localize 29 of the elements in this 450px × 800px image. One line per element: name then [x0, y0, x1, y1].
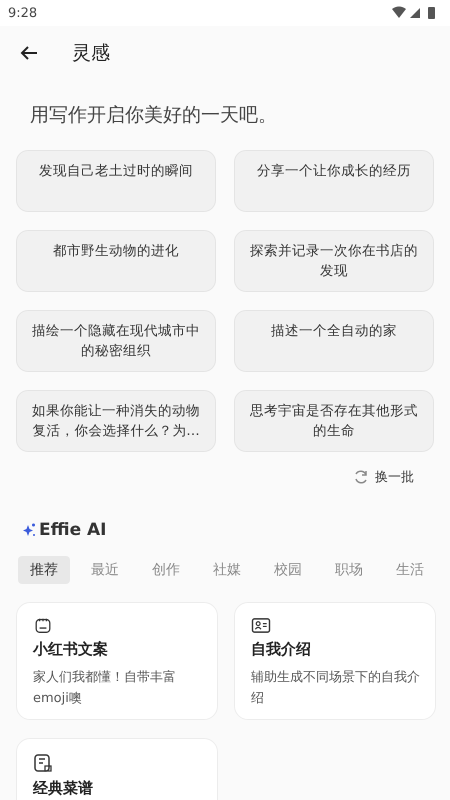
- idea-button[interactable]: 如果你能让一种消失的动物复活，你会选择什么？为…: [16, 390, 216, 452]
- idea-button[interactable]: 发现自己老土过时的瞬间: [16, 150, 216, 212]
- prompt-text: 用写作开启你美好的一天吧。: [29, 103, 278, 128]
- template-description: 辅助生成不同场景下的自我介绍: [251, 669, 421, 708]
- refresh-icon: [353, 469, 369, 485]
- sparkle-icon: [22, 522, 36, 538]
- template-card[interactable]: 经典菜谱: [16, 738, 218, 800]
- template-card[interactable]: 小红书文案 家人们我都懂！自带丰富emoji噢: [16, 602, 218, 720]
- page-title: 灵感: [72, 41, 110, 66]
- idea-button[interactable]: 都市野生动物的进化: [16, 230, 216, 292]
- idea-button[interactable]: 描绘一个隐藏在现代城市中的秘密组织: [16, 310, 216, 372]
- idea-button[interactable]: 探索并记录一次你在书店的发现: [234, 230, 434, 292]
- refresh-button[interactable]: 换一批: [353, 468, 414, 486]
- template-description: 家人们我都懂！自带丰富emoji噢: [33, 669, 177, 708]
- status-icons: [392, 6, 438, 20]
- status-time: 9:28: [8, 6, 38, 20]
- idea-button[interactable]: 描述一个全自动的家: [234, 310, 434, 372]
- notebook-icon: [33, 617, 53, 634]
- template-card[interactable]: 自我介绍 辅助生成不同场景下的自我介绍: [234, 602, 436, 720]
- template-title: 小红书文案: [33, 640, 108, 659]
- template-title: 经典菜谱: [33, 779, 93, 798]
- ai-title: Effie AI: [39, 520, 107, 540]
- idea-button[interactable]: 思考宇宙是否存在其他形式的生命: [234, 390, 434, 452]
- template-title: 自我介绍: [251, 640, 311, 659]
- recipe-icon: [33, 753, 53, 773]
- id-card-icon: [251, 617, 271, 634]
- back-icon[interactable]: [20, 45, 38, 61]
- idea-button[interactable]: 分享一个让你成长的经历: [234, 150, 434, 212]
- category-tab[interactable]: 推荐: [18, 556, 70, 584]
